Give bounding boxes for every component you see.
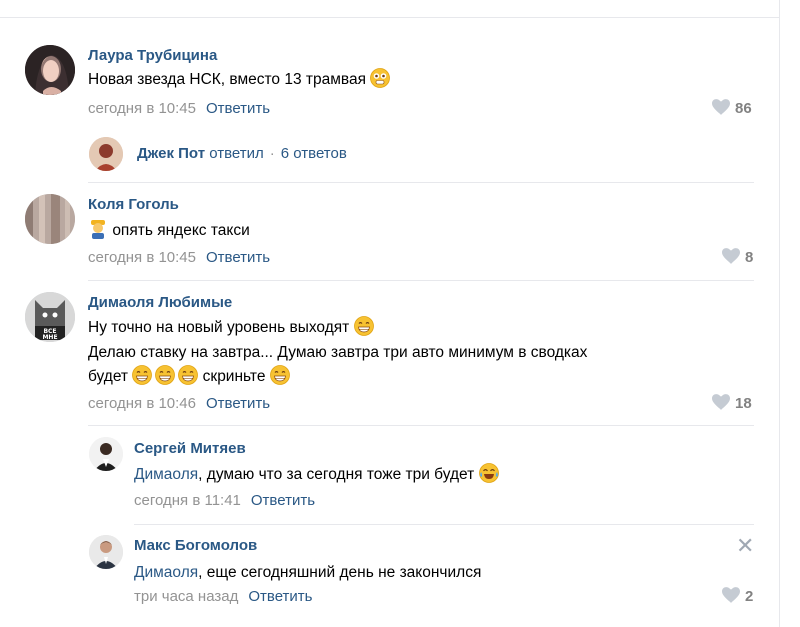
thread-avatar[interactable]	[89, 137, 123, 171]
like-button[interactable]: 8	[722, 248, 753, 266]
avatar-caption-bottom: МНЕ	[42, 334, 57, 341]
thread-action[interactable]: ответил	[209, 145, 264, 162]
comment-author[interactable]: Димаоля Любимые	[88, 294, 232, 311]
reply-text-body: , думаю что за сегодня тоже три будет	[198, 466, 475, 483]
grinning-face-emoji-icon	[178, 365, 199, 385]
top-divider	[0, 17, 780, 18]
reply-avatar[interactable]	[89, 535, 123, 569]
comment-text-body: Новая звезда НСК, вместо 13 трамвая	[88, 71, 366, 88]
comment-time[interactable]: сегодня в 10:45	[88, 249, 196, 266]
reply-divider	[134, 524, 754, 525]
avatar[interactable]: ВСЕ МНЕ	[25, 292, 75, 342]
reply-text: Димаоля, думаю что за сегодня тоже три б…	[134, 463, 499, 487]
heart-icon	[712, 394, 730, 410]
thread-author[interactable]: Джек Пот	[137, 145, 205, 162]
comment-divider	[88, 280, 754, 281]
comment-text: опять яндекс такси	[88, 219, 250, 243]
comment-author[interactable]: Коля Гоголь	[88, 196, 179, 213]
reply-button[interactable]: Ответить	[206, 100, 270, 117]
reply-meta: три часа назад Ответить	[134, 588, 312, 605]
comments-page: Лаура Трубицина Новая звезда НСК, вместо…	[0, 0, 800, 627]
comment-meta: сегодня в 10:46 Ответить	[88, 395, 270, 412]
reply-avatar[interactable]	[89, 437, 123, 471]
like-button[interactable]: 18	[712, 394, 752, 412]
grinning-face-emoji-icon	[155, 365, 176, 385]
thread-link[interactable]: Джек Пот ответил · 6 ответов	[137, 145, 347, 162]
heart-icon	[712, 99, 730, 115]
comment-meta: сегодня в 10:45 Ответить	[88, 249, 270, 266]
taxi-driver-emoji-icon	[91, 220, 105, 239]
flushed-face-emoji-icon	[370, 68, 391, 88]
avatar[interactable]	[25, 194, 75, 244]
heart-icon	[722, 248, 740, 264]
reply-author[interactable]: Сергей Митяев	[134, 440, 246, 457]
reply-button[interactable]: Ответить	[251, 492, 315, 509]
comment-text-line-3b: скриньте	[202, 368, 266, 385]
comment-text-body: опять яндекс такси	[112, 222, 250, 239]
tears-of-joy-emoji-icon	[478, 463, 499, 483]
comment-text: Ну точно на новый уровень выходят	[88, 316, 374, 340]
reply-mention[interactable]: Димаоля	[134, 564, 198, 581]
heart-icon	[722, 587, 740, 603]
thread-reply-count[interactable]: 6 ответов	[281, 145, 347, 162]
grinning-face-emoji-icon	[353, 316, 374, 336]
reply-time[interactable]: сегодня в 11:41	[134, 492, 241, 509]
reply-text: Димаоля, еще сегодняшний день не закончи…	[134, 561, 481, 585]
comment-time[interactable]: сегодня в 10:45	[88, 100, 196, 117]
reply-button[interactable]: Ответить	[206, 395, 270, 412]
comment-text: Новая звезда НСК, вместо 13 трамвая	[88, 68, 391, 92]
like-count: 18	[735, 395, 752, 412]
comment-meta: сегодня в 10:45 Ответить	[88, 100, 270, 117]
thread-separator: ·	[269, 145, 275, 162]
comment-divider	[88, 182, 754, 183]
comment-text-line-3a: будет	[88, 368, 129, 385]
like-button[interactable]: 86	[712, 99, 752, 117]
like-count: 8	[745, 249, 754, 266]
comment-time[interactable]: сегодня в 10:46	[88, 395, 196, 412]
like-count: 2	[745, 588, 754, 605]
right-border	[779, 0, 780, 627]
grinning-face-emoji-icon	[269, 365, 290, 385]
avatar[interactable]	[25, 45, 75, 95]
reply-meta: сегодня в 11:41 Ответить	[134, 492, 315, 509]
reply-mention[interactable]: Димаоля	[134, 466, 198, 483]
like-button[interactable]: 2	[722, 587, 753, 605]
like-count: 86	[735, 100, 752, 117]
comment-text-line: Делаю ставку на завтра... Думаю завтра т…	[88, 344, 588, 361]
close-icon[interactable]: ✕	[736, 533, 754, 559]
comment-author[interactable]: Лаура Трубицина	[88, 47, 217, 64]
reply-button[interactable]: Ответить	[248, 588, 312, 605]
grinning-face-emoji-icon	[132, 365, 153, 385]
comment-text-line: будет скриньте	[88, 365, 290, 389]
comment-text-line-1: Ну точно на новый уровень выходят	[88, 319, 350, 336]
reply-time[interactable]: три часа назад	[134, 588, 238, 605]
reply-button[interactable]: Ответить	[206, 249, 270, 266]
reply-text-body: , еще сегодняшний день не закончился	[198, 564, 482, 581]
reply-author[interactable]: Макс Богомолов	[134, 537, 257, 554]
comment-divider	[88, 425, 754, 426]
